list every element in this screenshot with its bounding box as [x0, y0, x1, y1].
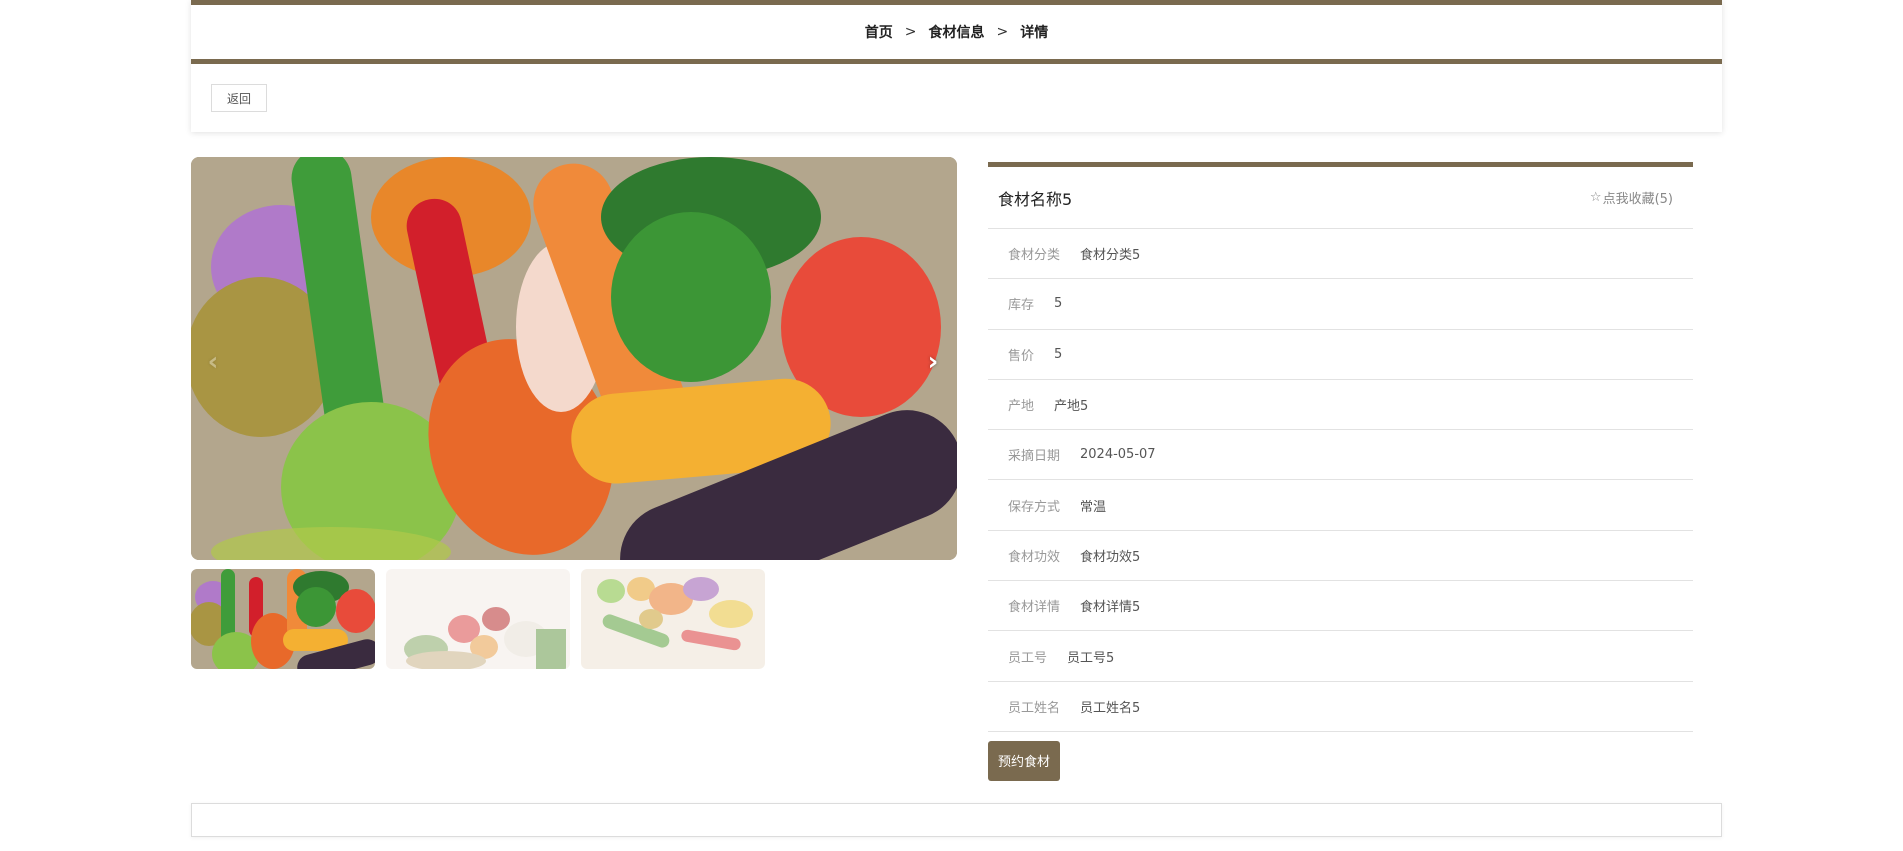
thumbnail-1[interactable] [191, 569, 375, 669]
breadcrumb-home[interactable]: 首页 [865, 22, 893, 42]
field-value: 食材分类5 [1080, 248, 1141, 264]
field-row-origin: 产地 产地5 [988, 380, 1693, 431]
ingredient-title: 食材名称5 [998, 189, 1073, 209]
vegetables-thumb-2 [386, 569, 570, 669]
back-button[interactable]: 返回 [211, 84, 268, 112]
field-value: 食材功效5 [1080, 549, 1141, 565]
accent-bar-mid [191, 59, 1722, 64]
footer-box [191, 803, 1722, 837]
image-carousel[interactable]: ‹ › [191, 157, 957, 560]
thumbnail-3[interactable] [581, 569, 765, 669]
field-row-stock: 库存 5 [988, 279, 1693, 330]
field-row-employee-id: 员工号 员工号5 [988, 631, 1693, 682]
field-label: 保存方式 [1008, 499, 1061, 515]
chevron-left-icon[interactable]: ‹ [201, 347, 225, 377]
field-label: 食材功效 [1008, 549, 1061, 565]
field-label: 食材分类 [1008, 248, 1061, 264]
vegetables-thumb-3 [581, 569, 765, 669]
field-value: 产地5 [1054, 399, 1089, 415]
field-label: 员工号 [1008, 650, 1048, 666]
top-band: 首页 > 食材信息 > 详情 返回 [191, 0, 1722, 132]
reserve-button[interactable]: 预约食材 [988, 740, 1061, 781]
field-value: 常温 [1080, 499, 1107, 515]
field-row-storage: 保存方式 常温 [988, 480, 1693, 531]
field-row-employee-name: 员工姓名 员工姓名5 [988, 682, 1693, 732]
field-row-efficacy: 食材功效 食材功效5 [988, 531, 1693, 582]
field-label: 售价 [1008, 348, 1035, 364]
breadcrumb-separator: > [904, 24, 917, 40]
field-label: 产地 [1008, 399, 1035, 415]
field-row-harvest-date: 采摘日期 2024-05-07 [988, 430, 1693, 481]
star-outline-icon: ☆ [1589, 190, 1602, 205]
detail-panel: 食材名称5 ☆ 点我收藏(5) 食材分类 食材分类5 库存 5 售价 5 产地 … [988, 162, 1693, 781]
chevron-right-icon[interactable]: › [921, 347, 945, 377]
detail-header: 食材名称5 ☆ 点我收藏(5) [988, 167, 1693, 229]
breadcrumb-current: 详情 [1020, 25, 1049, 41]
field-value: 2024-05-07 [1080, 447, 1156, 463]
breadcrumb-ingredients[interactable]: 食材信息 [929, 22, 985, 42]
field-row-price: 售价 5 [988, 330, 1693, 380]
vegetables-image [191, 157, 957, 560]
field-value: 5 [1054, 296, 1063, 312]
field-value: 员工姓名5 [1080, 700, 1141, 716]
favorite-label: 点我收藏(5) [1602, 192, 1673, 207]
field-value: 食材详情5 [1080, 600, 1141, 616]
field-label: 采摘日期 [1008, 449, 1061, 465]
vegetables-thumb-1 [191, 569, 375, 669]
field-label: 员工姓名 [1008, 700, 1061, 716]
field-label: 库存 [1008, 298, 1035, 314]
breadcrumb-separator: > [996, 24, 1009, 40]
field-row-details: 食材详情 食材详情5 [988, 581, 1693, 632]
thumbnail-2[interactable] [386, 569, 570, 669]
field-value: 5 [1054, 346, 1063, 362]
field-label: 食材详情 [1008, 600, 1061, 616]
field-row-category: 食材分类 食材分类5 [988, 229, 1693, 280]
field-value: 员工号5 [1067, 650, 1115, 666]
breadcrumb: 首页 > 食材信息 > 详情 [191, 5, 1722, 59]
favorite-button[interactable]: ☆ 点我收藏(5) [1590, 188, 1673, 207]
